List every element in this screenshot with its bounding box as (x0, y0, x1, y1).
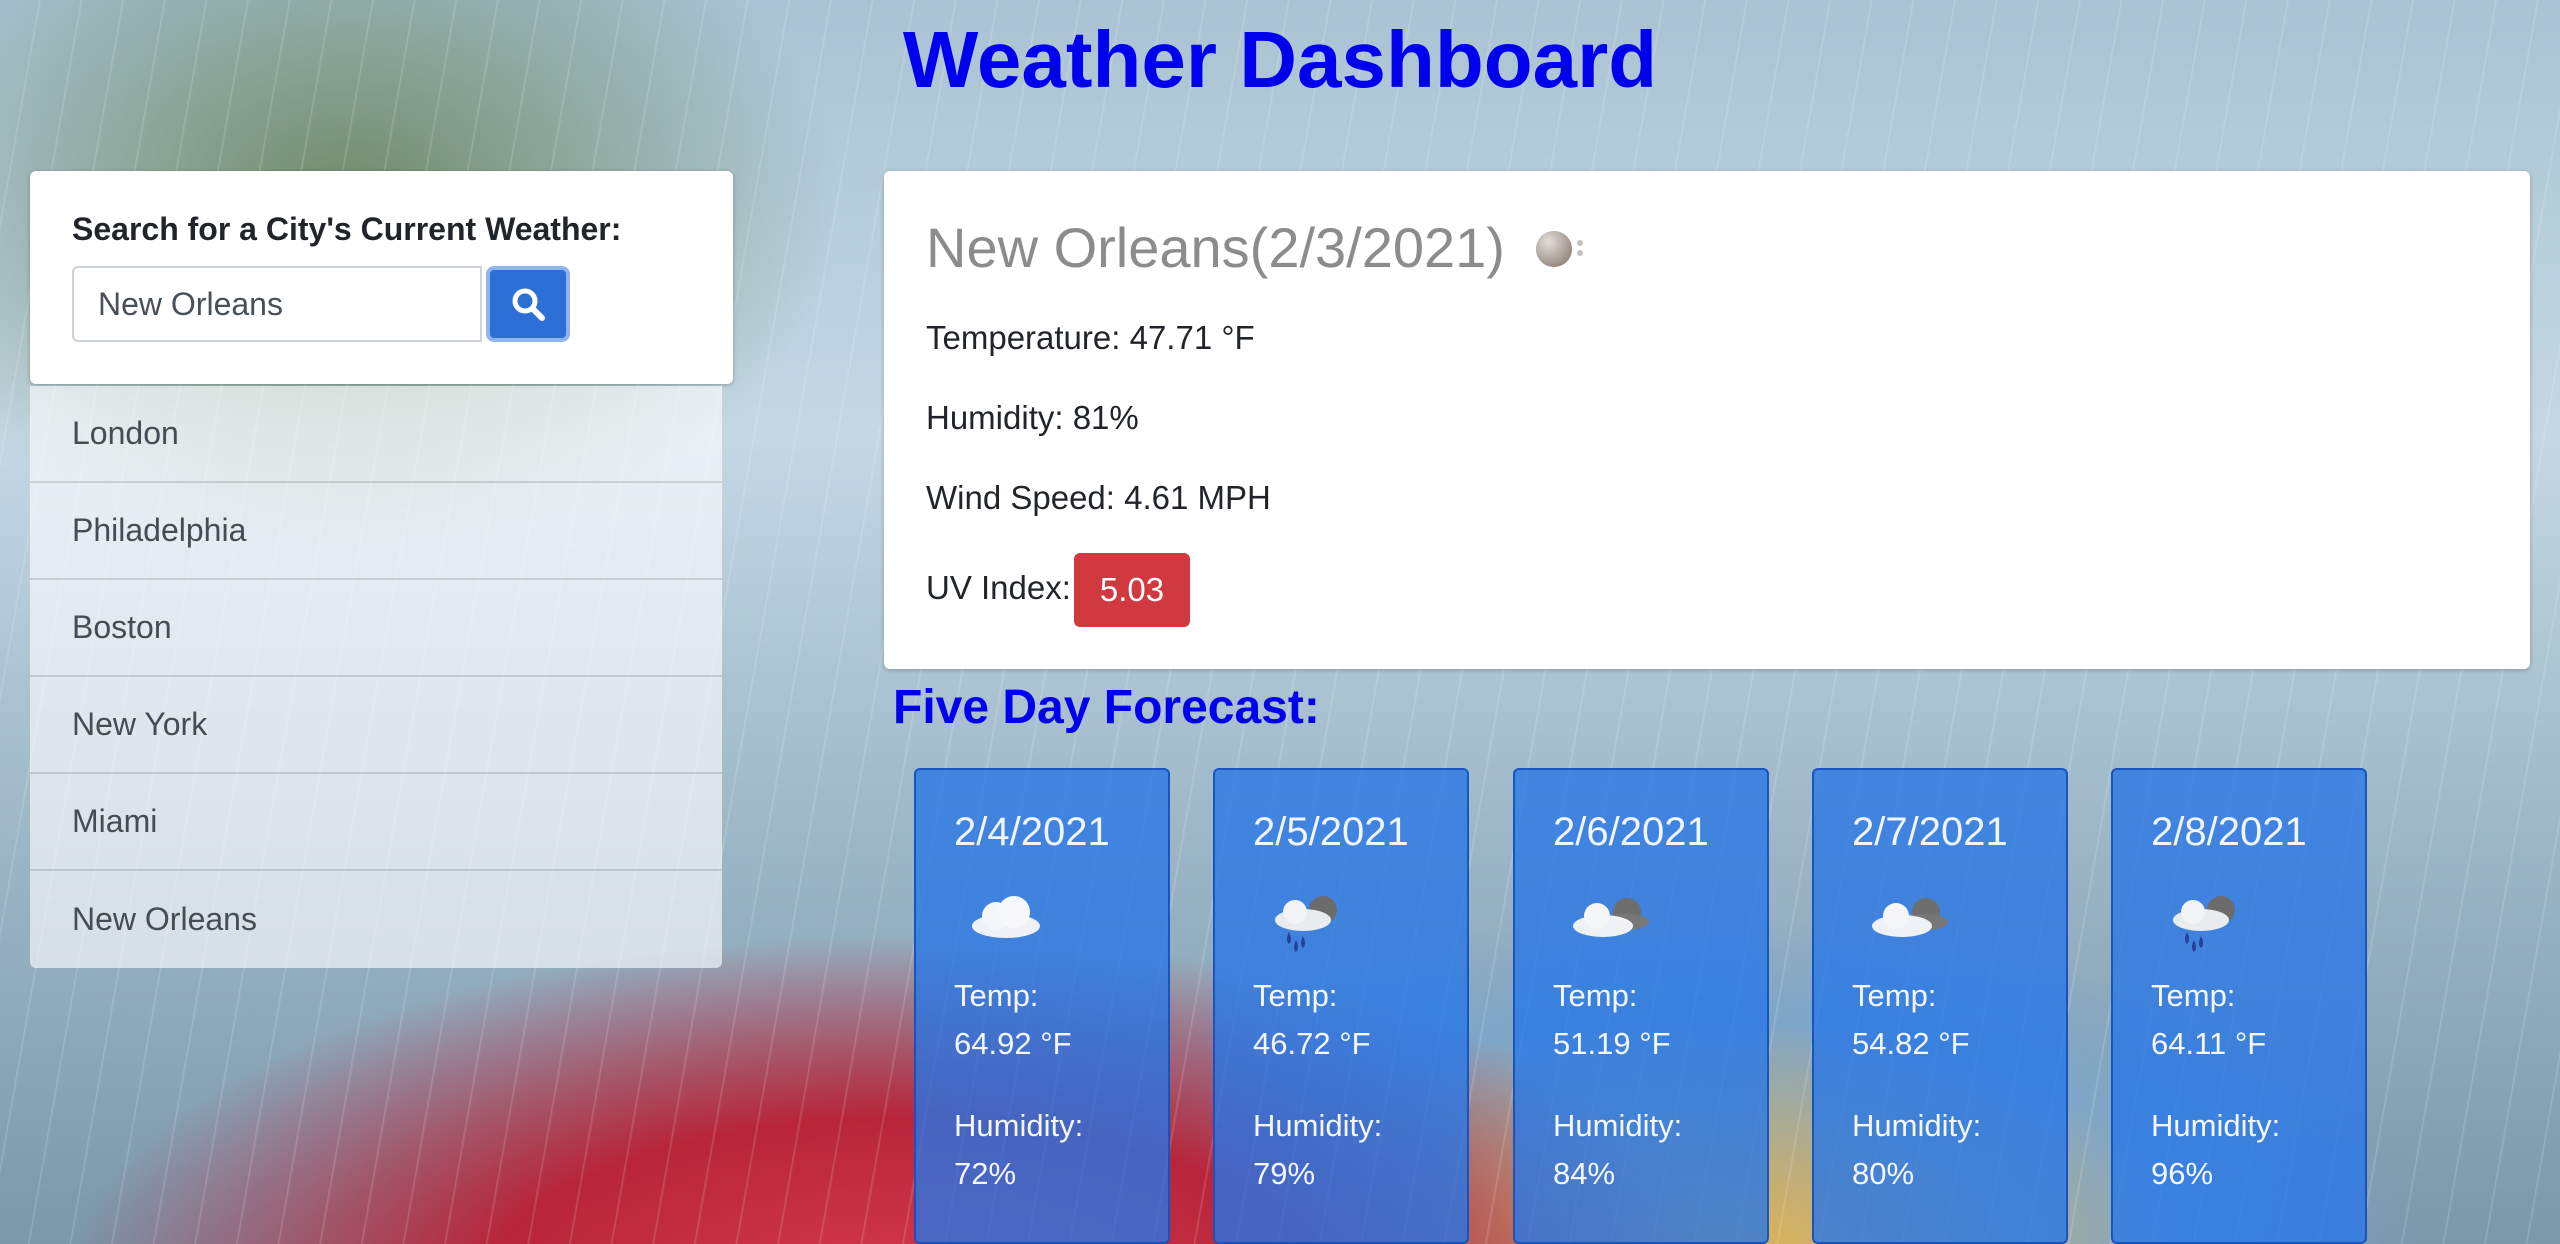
forecast-humidity: 80% (1852, 1156, 1915, 1191)
forecast-card: 2/8/2021 Temp: 64.11 °F Humidity: 96% (2111, 768, 2367, 1244)
history-item-miami[interactable]: Miami (30, 774, 722, 871)
forecast-date: 2/8/2021 (2151, 810, 2307, 854)
forecast-humidity-label: Humidity: (1253, 1108, 1383, 1143)
forecast-temp-label: Temp: (954, 978, 1039, 1013)
cloud-icon (972, 896, 1040, 938)
history-item-new-orleans[interactable]: New Orleans (30, 871, 722, 968)
forecast-card: 2/4/2021 Temp: 64.92 °F Humidity: 72% (914, 768, 1170, 1244)
search-button[interactable] (486, 266, 570, 342)
broken-clouds-icon (1872, 898, 1948, 937)
page-title: Weather Dashboard (902, 15, 1658, 104)
search-card: Search for a City's Current Weather: (30, 171, 733, 384)
rain-cloud-icon (1275, 896, 1337, 952)
uv-index-label: UV Index: (926, 569, 1071, 606)
forecast-humidity: 79% (1253, 1156, 1316, 1191)
forecast-humidity: 96% (2151, 1156, 2214, 1191)
uv-index-badge: 5.03 (1074, 553, 1190, 627)
forecast-humidity: 72% (954, 1156, 1017, 1191)
rain-cloud-icon (2173, 896, 2235, 952)
forecast-heading: Five Day Forecast: (893, 681, 1320, 734)
forecast-humidity-label: Humidity: (954, 1108, 1084, 1143)
search-history-list: London Philadelphia Boston New York Miam… (30, 386, 722, 968)
forecast-card: 2/7/2021 Temp: 54.82 °F Humidity: 80% (1812, 768, 2068, 1244)
current-weather-card: New Orleans(2/3/2021) Temperature: 47.71… (884, 171, 2530, 669)
forecast-temp-label: Temp: (1852, 978, 1937, 1013)
forecast-temp-label: Temp: (1253, 978, 1338, 1013)
forecast-temp: 46.72 °F (1253, 1026, 1371, 1061)
fog-moon-icon (1536, 231, 1583, 267)
forecast-date: 2/7/2021 (1852, 810, 2008, 854)
forecast-humidity: 84% (1553, 1156, 1616, 1191)
forecast-humidity-label: Humidity: (2151, 1108, 2281, 1143)
history-item-boston[interactable]: Boston (30, 580, 722, 677)
forecast-temp: 54.82 °F (1852, 1026, 1970, 1061)
forecast-card: 2/6/2021 Temp: 51.19 °F Humidity: 84% (1513, 768, 1769, 1244)
search-icon (512, 288, 545, 321)
history-item-london[interactable]: London (30, 386, 722, 483)
forecast-temp: 51.19 °F (1553, 1026, 1671, 1061)
current-temperature: Temperature: 47.71 °F (926, 319, 1255, 356)
search-input[interactable] (72, 266, 482, 342)
search-label: Search for a City's Current Weather: (72, 211, 622, 247)
history-item-philadelphia[interactable]: Philadelphia (30, 483, 722, 580)
forecast-humidity-label: Humidity: (1553, 1108, 1683, 1143)
forecast-temp-label: Temp: (2151, 978, 2236, 1013)
forecast-temp: 64.92 °F (954, 1026, 1072, 1061)
broken-clouds-icon (1573, 898, 1649, 937)
history-item-new-york[interactable]: New York (30, 677, 722, 774)
current-wind-speed: Wind Speed: 4.61 MPH (926, 479, 1271, 516)
current-city-heading: New Orleans(2/3/2021) (926, 216, 1505, 279)
forecast-humidity-label: Humidity: (1852, 1108, 1982, 1143)
forecast-card: 2/5/2021 Temp: 46.72 °F Humidity: 79% (1213, 768, 1469, 1244)
forecast-temp: 64.11 °F (2151, 1026, 2267, 1061)
forecast-date: 2/4/2021 (954, 810, 1110, 854)
forecast-date: 2/6/2021 (1553, 810, 1709, 854)
forecast-date: 2/5/2021 (1253, 810, 1409, 854)
forecast-temp-label: Temp: (1553, 978, 1638, 1013)
current-humidity: Humidity: 81% (926, 399, 1139, 436)
